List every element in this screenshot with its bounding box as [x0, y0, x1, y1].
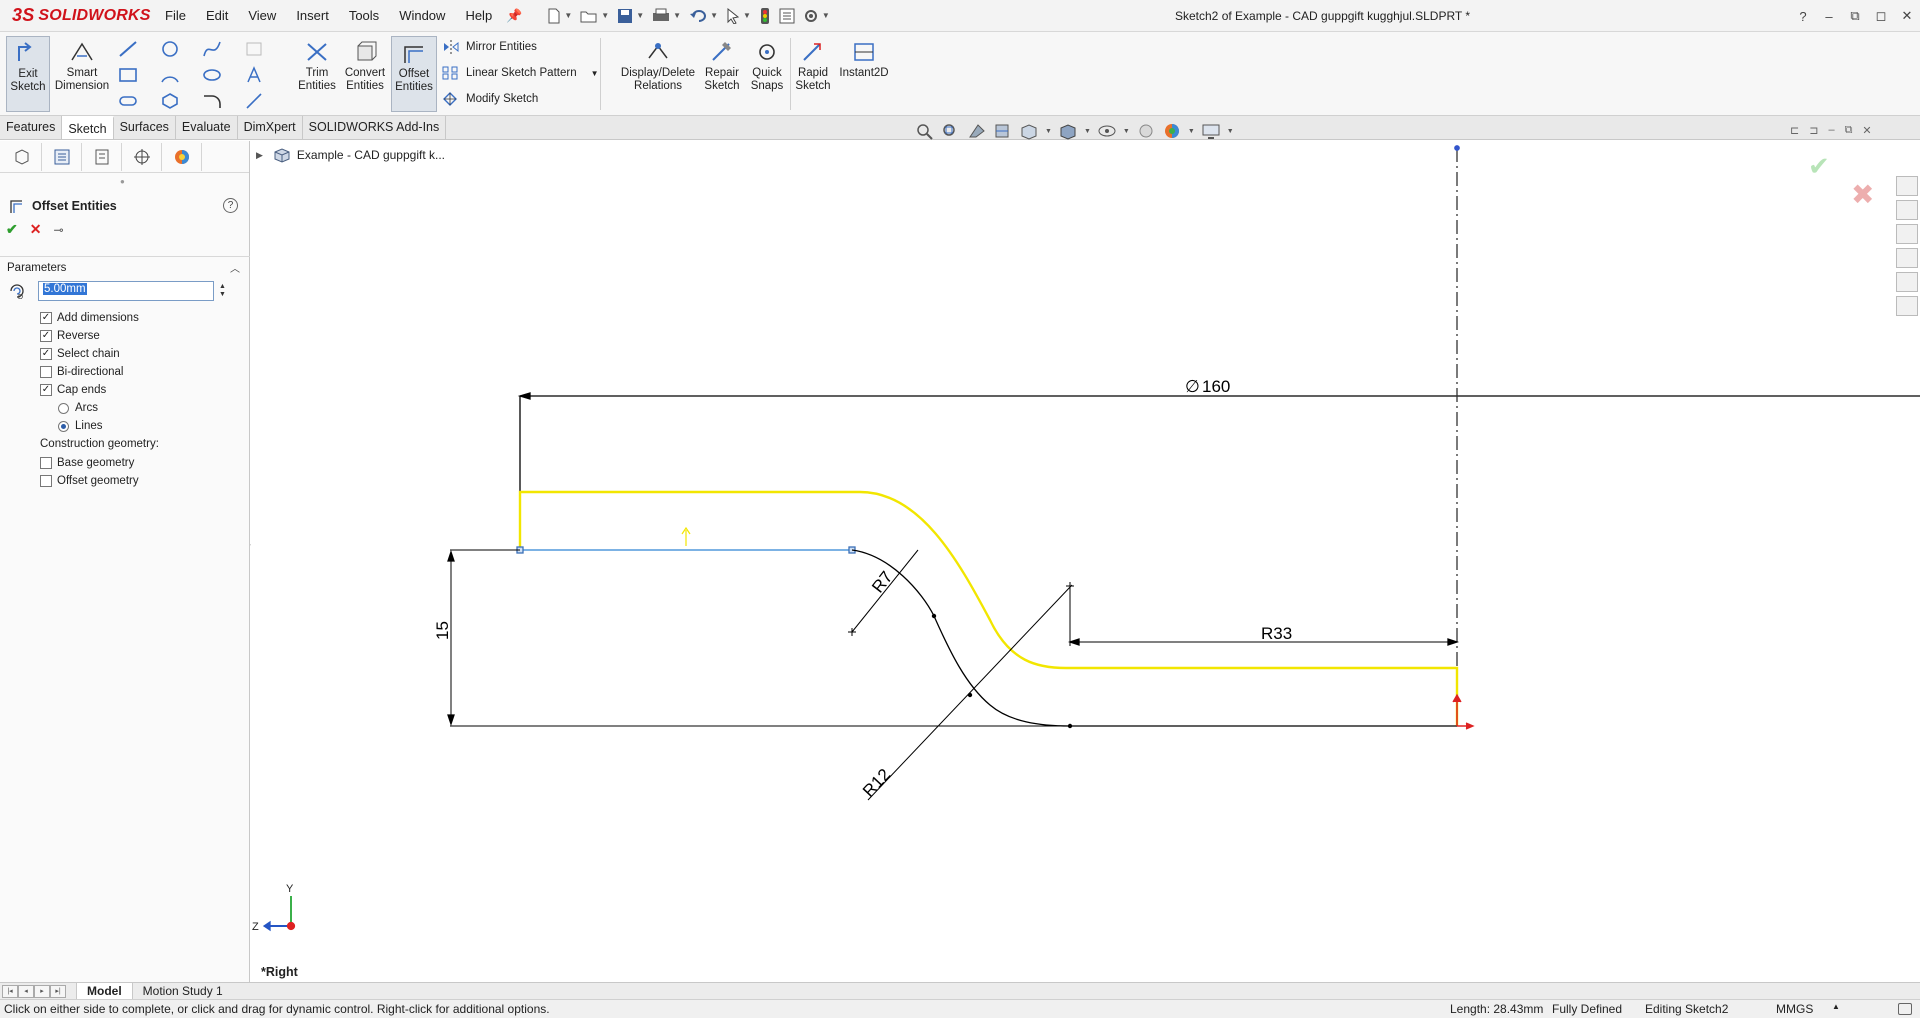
triad-y-label: Y — [286, 883, 294, 895]
status-definition: Fully Defined — [1552, 1002, 1623, 1016]
units-dropdown-icon[interactable]: ▲ — [1832, 1002, 1840, 1011]
origin-arrow-icon — [1452, 693, 1462, 703]
r12-dimension-text[interactable]: R12 — [859, 765, 894, 801]
diameter-dimension-text[interactable]: 160 — [1202, 377, 1230, 396]
centerline-endpoint[interactable] — [1454, 145, 1460, 151]
model-tabs: |◂ ◂ ▸ ▸| Model Motion Study 1 — [0, 982, 1920, 1000]
arc-endpoint[interactable] — [1067, 723, 1073, 729]
offset-preview-chain — [518, 490, 1459, 726]
tangent-point[interactable] — [931, 613, 937, 619]
first-tab-icon[interactable]: |◂ — [2, 984, 18, 998]
triad-arrow — [262, 920, 271, 932]
status-message: Click on either side to complete, or cli… — [4, 1002, 550, 1016]
next-tab-icon[interactable]: ▸ — [34, 984, 50, 998]
view-orientation-label: *Right — [261, 965, 298, 979]
origin-arrow-icon — [1465, 722, 1475, 730]
arc-center-mark — [1066, 582, 1074, 590]
tab-model[interactable]: Model — [76, 982, 133, 1000]
prev-tab-icon[interactable]: ◂ — [18, 984, 34, 998]
tab-motion-study[interactable]: Motion Study 1 — [133, 983, 233, 1000]
dimension-arrow — [517, 392, 531, 400]
chat-icon[interactable] — [1898, 1003, 1912, 1015]
triad-origin — [286, 921, 296, 931]
r7-dimension-text[interactable]: R7 — [868, 568, 896, 597]
sketch-profile[interactable] — [851, 549, 1457, 727]
units-selector[interactable]: MMGS — [1776, 1002, 1813, 1016]
triad-z-label: Z — [252, 921, 259, 933]
solidworks-window: 3S SOLIDWORKS File Edit View Insert Tool… — [0, 0, 1920, 1018]
status-editing: Editing Sketch2 — [1645, 1002, 1729, 1016]
height-dimension-text[interactable]: 15 — [433, 621, 452, 640]
last-tab-icon[interactable]: ▸| — [50, 984, 66, 998]
tab-scroll-arrows: |◂ ◂ ▸ ▸| — [2, 984, 66, 998]
r12-dimension-line[interactable] — [867, 584, 1073, 801]
diameter-symbol: ∅ — [1185, 377, 1200, 396]
status-bar: Click on either side to complete, or cli… — [0, 999, 1920, 1018]
r33-dimension-text[interactable]: R33 — [1261, 624, 1292, 643]
sketch-geometry: ∅ 160 R33 15 R7 R12 Y Z — [252, 145, 1920, 933]
status-length: Length: 28.43mm — [1450, 1002, 1544, 1016]
